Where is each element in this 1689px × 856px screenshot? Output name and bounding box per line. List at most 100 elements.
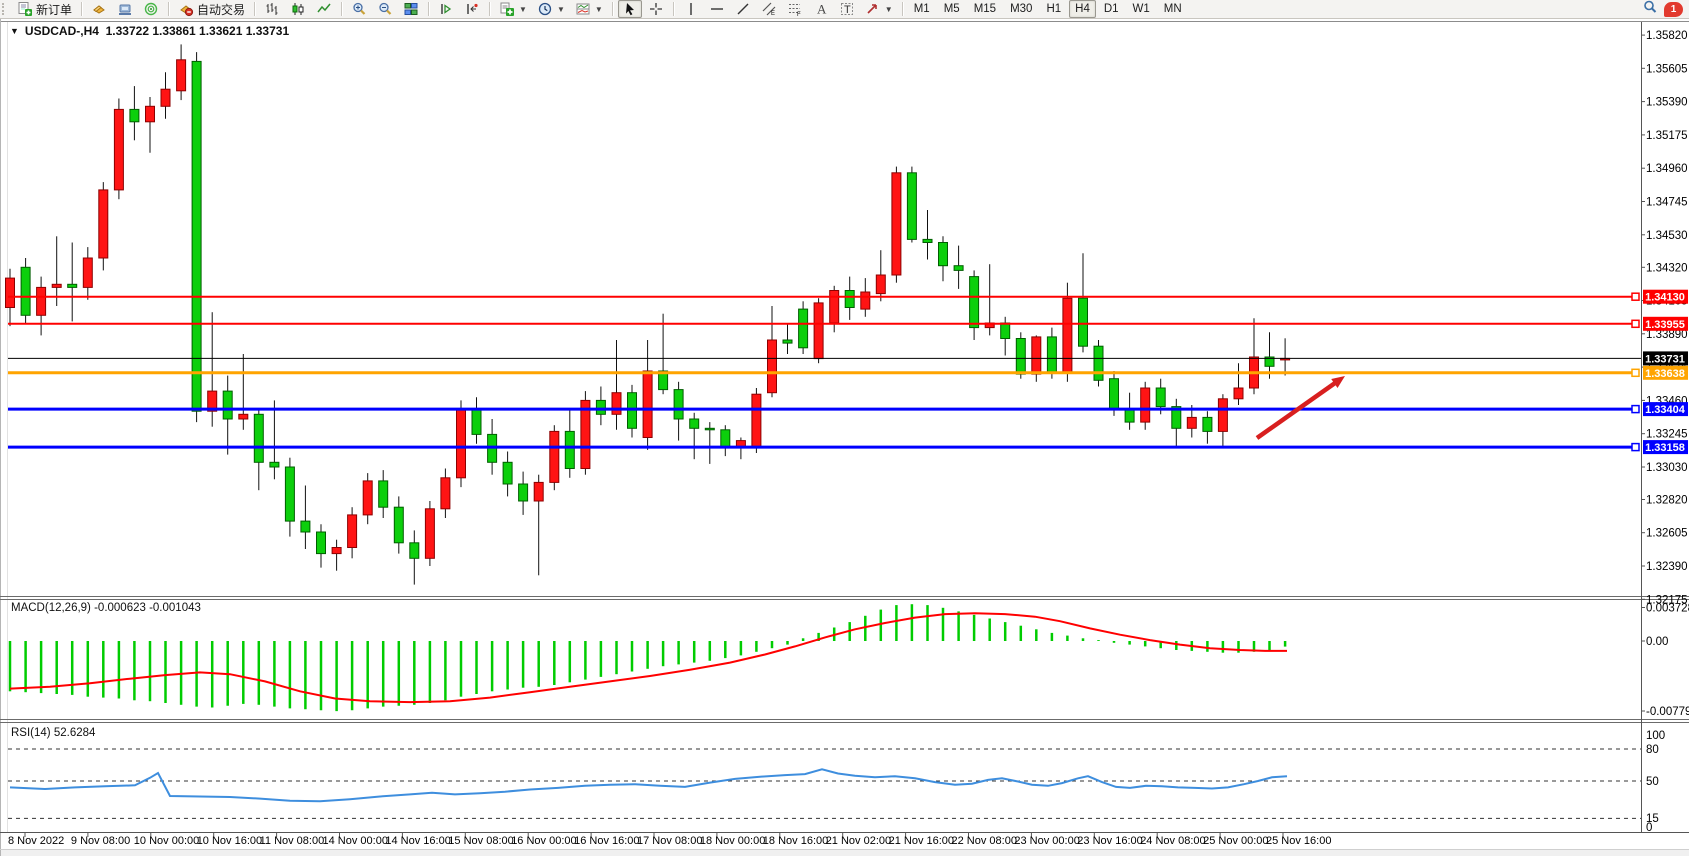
clock-icon	[537, 1, 553, 17]
main-toolbar: 新订单 自动交易 ▼ ▼ ▼ EFAT ▼ M1M5M15M30H1H4D1W1MN 1	[0, 0, 1689, 19]
time-tick-label: 10 Nov 16:00	[197, 835, 262, 847]
rsi-axis-label: 80	[1646, 744, 1659, 756]
rsi-value: 52.6284	[54, 727, 96, 739]
label-button[interactable]: T	[835, 0, 859, 18]
price-tick-label: 1.35820	[1646, 30, 1688, 42]
label-icon: T	[839, 1, 855, 17]
fibonacci-button[interactable]: F	[783, 0, 807, 18]
candle-body	[643, 371, 652, 438]
subwindow-button[interactable]: ▼	[571, 0, 607, 18]
candle-body	[565, 431, 574, 468]
candle-body	[1234, 388, 1243, 399]
vline-button[interactable]	[679, 0, 703, 18]
zoom-in-button[interactable]	[347, 0, 371, 18]
candle-body	[907, 173, 916, 240]
time-tick-label: 16 Nov 16:00	[574, 835, 639, 847]
dropdown-caret-icon[interactable]: ▼	[557, 5, 565, 14]
tile-windows-button[interactable]	[399, 0, 423, 18]
candle-body	[939, 243, 948, 266]
candle-body	[21, 267, 30, 315]
toolbar-separator	[489, 2, 490, 16]
candle-chart-button[interactable]	[286, 0, 310, 18]
text-button[interactable]: A	[809, 0, 833, 18]
candle-body	[923, 239, 932, 242]
dropdown-caret-icon[interactable]: ▼	[885, 5, 893, 14]
time-tick-label: 18 Nov 00:00	[700, 835, 765, 847]
user-cloud-icon	[117, 1, 133, 17]
price-tick-label: 1.35175	[1646, 130, 1688, 142]
indicators-button[interactable]: ▼	[495, 0, 531, 18]
dropdown-caret-icon[interactable]: ▼	[595, 5, 603, 14]
search-icon[interactable]	[1642, 0, 1658, 20]
new-order-button[interactable]: 新订单	[13, 0, 76, 18]
templates-button[interactable]	[460, 0, 484, 18]
bars-icon	[264, 1, 280, 17]
line-handle	[1632, 320, 1639, 327]
timeframe-m5-button[interactable]: M5	[938, 0, 966, 18]
candle-body	[814, 303, 823, 359]
timeframe-h4-button[interactable]: H4	[1069, 0, 1096, 18]
status-strip	[0, 849, 1689, 856]
zoom-out-button[interactable]	[373, 0, 397, 18]
time-tick-label: 14 Nov 00:00	[323, 835, 388, 847]
shapes-button[interactable]: ▼	[861, 0, 897, 18]
svg-text:1.33955: 1.33955	[1645, 319, 1685, 331]
signals-button[interactable]	[139, 0, 163, 18]
candle-body	[394, 507, 403, 543]
time-axis[interactable]: 8 Nov 20229 Nov 08:0010 Nov 00:0010 Nov …	[8, 832, 1331, 847]
candle-body	[892, 173, 901, 275]
macd-axis-label: 0.003728	[1646, 603, 1689, 615]
autotrading-button[interactable]: 自动交易	[174, 0, 249, 18]
line-handle	[1632, 293, 1639, 300]
candle-body	[674, 390, 683, 419]
timeframe-mn-button[interactable]: MN	[1158, 0, 1188, 18]
candle-body	[612, 393, 621, 415]
candle-body	[1218, 399, 1227, 432]
time-tick-label: 9 Nov 08:00	[71, 835, 130, 847]
time-tick-label: 24 Nov 08:00	[1140, 835, 1205, 847]
chart-canvas[interactable]: 1.358201.356051.353901.351751.349601.347…	[0, 0, 1689, 856]
bar-chart-button[interactable]	[260, 0, 284, 18]
candle-body	[130, 109, 139, 121]
package-button[interactable]	[87, 0, 111, 18]
candle-body	[239, 414, 248, 419]
candle-body	[705, 428, 714, 430]
toolbar-grip[interactable]	[2, 3, 9, 15]
candle-body	[1203, 417, 1212, 431]
time-tick-label: 15 Nov 08:00	[448, 835, 513, 847]
subwindow-icon	[575, 1, 591, 17]
candle-body	[425, 509, 434, 559]
toolbar-separator	[902, 2, 903, 16]
timeframe-h1-button[interactable]: H1	[1040, 0, 1067, 18]
rsi-axis-label: 100	[1646, 730, 1665, 742]
candle-body	[970, 277, 979, 328]
price-tick-label: 1.33030	[1646, 462, 1688, 474]
hline-button[interactable]	[705, 0, 729, 18]
text-icon: A	[813, 1, 829, 17]
line-chart-button[interactable]	[312, 0, 336, 18]
time-tick-label: 8 Nov 2022	[8, 835, 64, 847]
cursor-button[interactable]	[618, 0, 642, 18]
timeframe-w1-button[interactable]: W1	[1127, 0, 1156, 18]
candle-body	[721, 430, 730, 447]
profiles-button[interactable]	[434, 0, 458, 18]
autotrade-icon	[178, 1, 194, 17]
timeframe-m1-button[interactable]: M1	[908, 0, 936, 18]
crosshair-button[interactable]	[644, 0, 668, 18]
community-button[interactable]	[113, 0, 137, 18]
notification-badge[interactable]: 1	[1664, 2, 1683, 17]
timeframe-m15-button[interactable]: M15	[968, 0, 1002, 18]
timeframe-m30-button[interactable]: M30	[1004, 0, 1038, 18]
candle-body	[348, 515, 357, 548]
time-tick-label: 25 Nov 16:00	[1266, 835, 1331, 847]
toolbar-separator	[254, 2, 255, 16]
candle-body	[317, 532, 326, 554]
channel-button[interactable]: E	[757, 0, 781, 18]
periods-button[interactable]: ▼	[533, 0, 569, 18]
candle-body	[534, 482, 543, 501]
timeframe-d1-button[interactable]: D1	[1098, 0, 1125, 18]
trendline-button[interactable]	[731, 0, 755, 18]
dropdown-caret-icon[interactable]: ▼	[519, 5, 527, 14]
collapse-triangle-icon[interactable]: ▼	[10, 26, 19, 36]
speaker-icon	[143, 1, 159, 17]
